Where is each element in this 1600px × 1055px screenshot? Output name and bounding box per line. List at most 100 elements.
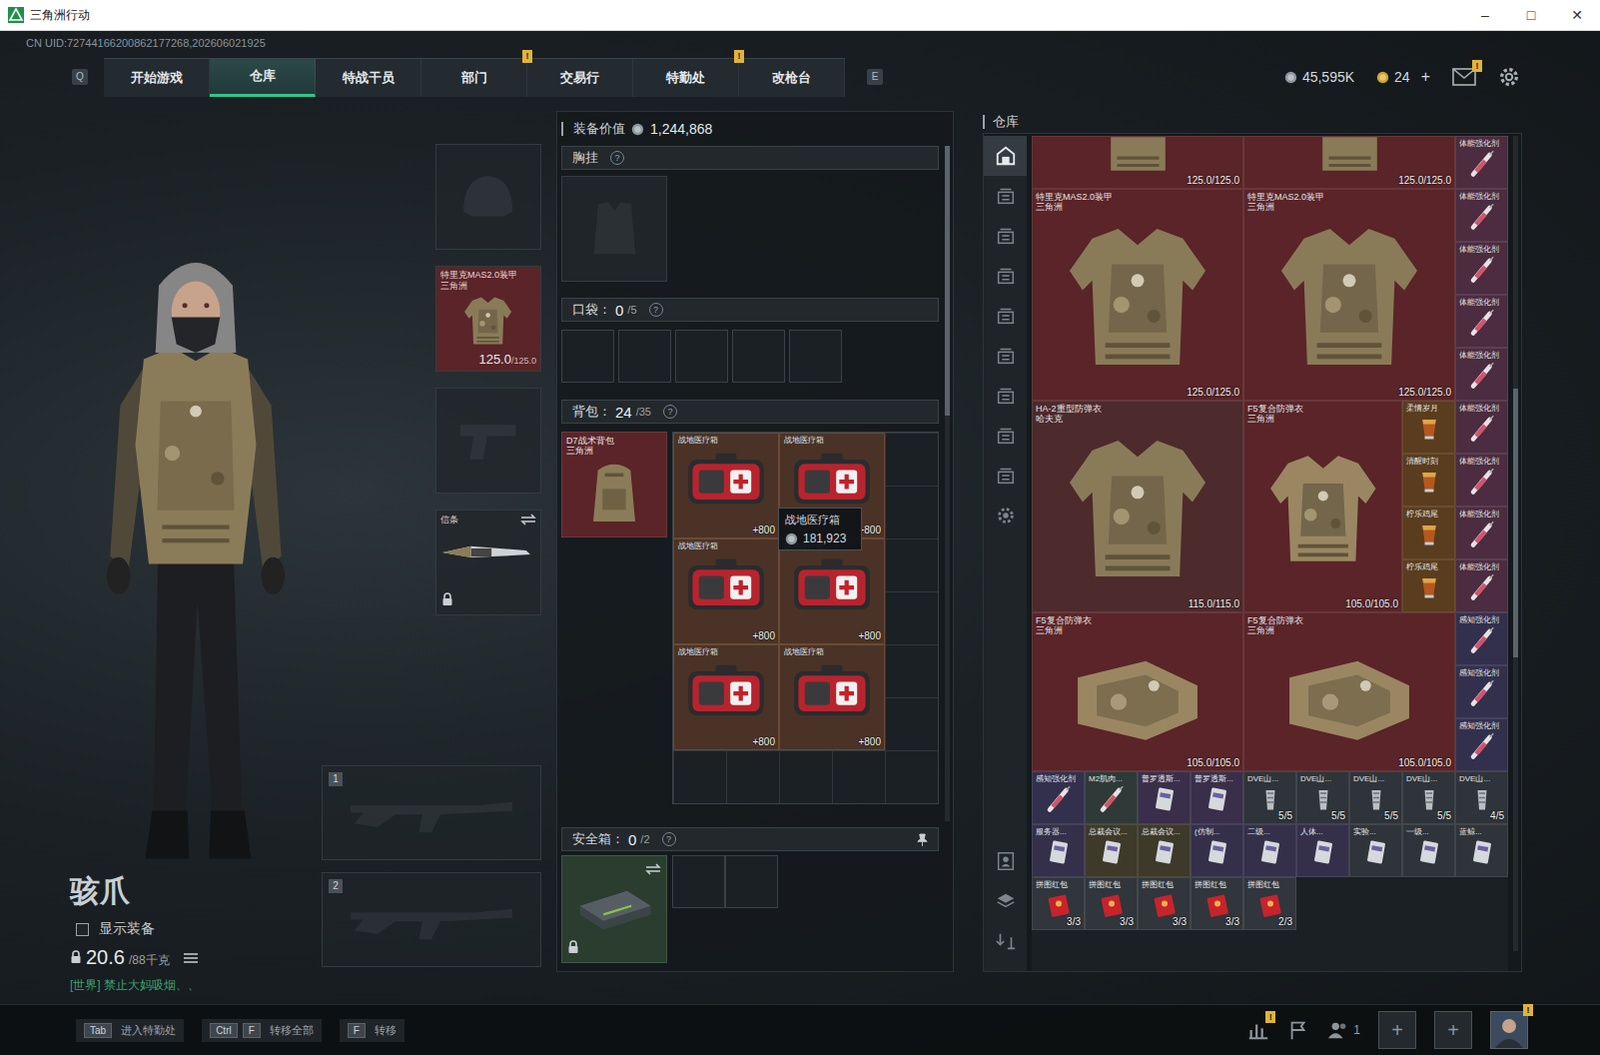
- key-hint[interactable]: CtrlF 转移全部: [201, 1018, 322, 1042]
- stash-item[interactable]: DVE山... 5/5: [1243, 771, 1297, 824]
- weapon-slot[interactable]: 2: [321, 871, 542, 967]
- stash-item[interactable]: 拼图红包 3/3: [1031, 876, 1085, 930]
- backpack-grid-item[interactable]: 战地医疗箱 +800: [673, 644, 780, 751]
- stash-item[interactable]: DVE山... 5/5: [1349, 771, 1403, 824]
- nav-tab[interactable]: 开始游戏: [103, 58, 210, 97]
- key-hint[interactable]: Tab 进入特勤处: [75, 1018, 184, 1042]
- stash-item[interactable]: 体能强化剂: [1455, 294, 1509, 348]
- swap-icon[interactable]: [520, 513, 537, 526]
- stash-item[interactable]: 柠乐鸡尾: [1402, 559, 1456, 613]
- equipment-slot[interactable]: 信条: [435, 509, 542, 616]
- backpack-grid-item[interactable]: 战地医疗箱 +800: [779, 644, 885, 751]
- pocket-slot[interactable]: [561, 329, 615, 383]
- pocket-slot[interactable]: [618, 329, 672, 383]
- stash-item[interactable]: 实验...: [1349, 823, 1403, 877]
- stash-item[interactable]: 柠乐鸡尾: [1402, 506, 1456, 560]
- nav-prev-key[interactable]: Q: [71, 68, 88, 85]
- equipment-slot[interactable]: [435, 387, 542, 494]
- stash-item[interactable]: 普罗透斯...: [1190, 771, 1244, 824]
- loadout-scrollbar[interactable]: [944, 145, 950, 821]
- stash-tab[interactable]: [983, 295, 1027, 336]
- nav-tab[interactable]: 部门 !: [421, 58, 528, 97]
- pocket-slot[interactable]: [732, 329, 786, 383]
- stash-tab[interactable]: [983, 215, 1027, 256]
- stash-item[interactable]: 体能强化剂: [1455, 241, 1509, 295]
- window-control[interactable]: □: [1508, 0, 1555, 30]
- stash-tab[interactable]: [983, 415, 1027, 456]
- stash-item[interactable]: 感知强化剂: [1455, 665, 1509, 719]
- player-avatar[interactable]: !: [1490, 1010, 1529, 1049]
- stash-item[interactable]: 拼图红包 3/3: [1190, 876, 1244, 930]
- stash-item[interactable]: 拼图红包 2/3: [1243, 876, 1297, 930]
- stash-item[interactable]: F5复合防弹衣 三角洲 105.0/105.0: [1031, 612, 1244, 772]
- stash-item[interactable]: 体能强化剂: [1455, 135, 1509, 189]
- stash-item[interactable]: 人体...: [1296, 823, 1350, 877]
- stash-item[interactable]: 总裁会议...: [1137, 823, 1191, 877]
- key-hint[interactable]: F 转移: [339, 1018, 405, 1042]
- mail-button[interactable]: !: [1452, 67, 1477, 86]
- stash-item[interactable]: DVE山... 5/5: [1402, 771, 1456, 824]
- stash-item[interactable]: 体能强化剂: [1455, 400, 1509, 454]
- nav-tab[interactable]: 特战干员: [315, 58, 422, 97]
- stash-item[interactable]: 125.0/125.0: [1243, 135, 1456, 189]
- stash-item[interactable]: 拼图红包 3/3: [1137, 876, 1191, 930]
- stash-item[interactable]: F5复合防弹衣 三角洲 105.0/105.0: [1243, 612, 1456, 772]
- rig-slot[interactable]: [561, 175, 668, 282]
- stash-item[interactable]: 体能强化剂: [1455, 559, 1509, 613]
- stash-item[interactable]: M2肌肉...: [1084, 771, 1138, 824]
- friends-button[interactable]: 1: [1327, 1018, 1361, 1041]
- stash-item[interactable]: 感知强化剂: [1031, 771, 1085, 824]
- stash-item[interactable]: 感知强化剂: [1455, 718, 1509, 772]
- stash-item[interactable]: F5复合防弹衣 三角洲 105.0/105.0: [1243, 400, 1403, 613]
- stash-item[interactable]: HA-2重型防弹衣 哈夫克 115.0/115.0: [1031, 400, 1244, 613]
- settings-gear-icon[interactable]: [1498, 65, 1521, 88]
- stash-item[interactable]: 体能强化剂: [1455, 188, 1509, 242]
- stash-tab[interactable]: [983, 455, 1027, 496]
- stash-item[interactable]: 拼图红包 3/3: [1084, 876, 1138, 930]
- stash-tab[interactable]: [983, 495, 1027, 536]
- pin-icon[interactable]: [916, 832, 928, 846]
- secure-slot[interactable]: [725, 854, 779, 908]
- stash-item[interactable]: 蓝鲸...: [1455, 823, 1509, 877]
- show-gear-checkbox[interactable]: 显示装备: [69, 919, 322, 938]
- pocket-slot[interactable]: [789, 329, 842, 383]
- stash-item[interactable]: 二级...: [1243, 823, 1297, 877]
- stash-scrollbar[interactable]: [1513, 135, 1519, 951]
- flag-icon[interactable]: [1287, 1018, 1310, 1041]
- stash-item[interactable]: 体能强化剂: [1455, 453, 1509, 507]
- secure-slot[interactable]: [672, 854, 726, 908]
- stash-item[interactable]: 一级...: [1402, 823, 1456, 877]
- stash-item[interactable]: DVE山... 5/5: [1296, 771, 1350, 824]
- nav-tab[interactable]: 交易行: [527, 58, 634, 97]
- invite-slot[interactable]: +: [1378, 1010, 1417, 1049]
- nav-next-key[interactable]: E: [866, 68, 883, 85]
- stash-tool[interactable]: [983, 920, 1027, 961]
- stash-tool[interactable]: [983, 840, 1027, 881]
- backpack-item[interactable]: D7战术背包 三角洲: [561, 431, 668, 538]
- swap-icon[interactable]: [645, 862, 662, 875]
- stats-button[interactable]: !: [1247, 1018, 1270, 1041]
- stash-item[interactable]: (仿制...: [1190, 823, 1244, 877]
- invite-slot[interactable]: +: [1434, 1010, 1473, 1049]
- stash-item[interactable]: 特里克MAS2.0装甲 三角洲 125.0/125.0: [1243, 188, 1456, 401]
- stash-item[interactable]: DVE山... 4/5: [1455, 771, 1509, 824]
- stash-item[interactable]: 清醒时刻: [1402, 453, 1456, 507]
- backpack-grid-item[interactable]: 战地医疗箱 +800: [779, 538, 885, 645]
- stash-tab[interactable]: [983, 335, 1027, 376]
- backpack-grid-item[interactable]: 战地医疗箱 +800: [673, 538, 780, 645]
- stash-tab[interactable]: [983, 135, 1027, 176]
- stash-item[interactable]: 服务器...: [1031, 823, 1085, 877]
- stash-tab[interactable]: [983, 175, 1027, 216]
- window-control[interactable]: –: [1462, 0, 1509, 30]
- stash-item[interactable]: 体能强化剂: [1455, 506, 1509, 560]
- nav-tab[interactable]: 特勤处 !: [633, 58, 740, 97]
- stash-tab[interactable]: [983, 255, 1027, 296]
- backpack-grid-item[interactable]: 战地医疗箱 +800: [673, 432, 780, 539]
- pocket-slot[interactable]: [675, 329, 729, 383]
- equipment-slot[interactable]: [435, 143, 542, 250]
- add-button[interactable]: +: [1421, 67, 1431, 86]
- stash-tool[interactable]: [983, 880, 1027, 921]
- stash-item[interactable]: 总裁会议...: [1084, 823, 1138, 877]
- window-control[interactable]: ✕: [1554, 0, 1600, 30]
- stash-item[interactable]: 感知强化剂: [1455, 612, 1509, 666]
